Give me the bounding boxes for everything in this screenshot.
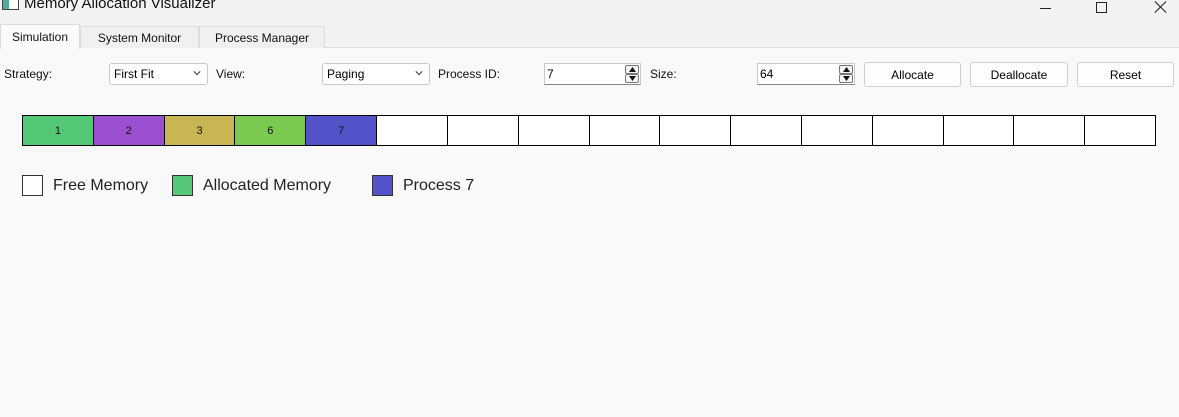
process-id-label: Process ID: — [438, 67, 501, 81]
chevron-down-icon — [193, 71, 201, 76]
legend-label: Process 7 — [403, 176, 475, 194]
memory-block — [447, 116, 519, 145]
arrow-down-icon — [842, 76, 850, 81]
process-id-spinbox[interactable]: 7 — [544, 63, 641, 85]
app-icon — [2, 0, 19, 10]
memory-block — [943, 116, 1015, 145]
memory-block — [518, 116, 590, 145]
memory-block: 3 — [164, 116, 236, 145]
allocate-button[interactable]: Allocate — [864, 62, 961, 87]
minimize-button[interactable] — [1025, 0, 1065, 16]
memory-block: 1 — [23, 116, 94, 145]
size-decrement-button[interactable] — [839, 74, 853, 83]
view-select-value: Paging — [327, 67, 365, 81]
tab-system-monitor[interactable]: System Monitor — [80, 26, 199, 48]
maximize-button[interactable] — [1081, 0, 1121, 16]
size-increment-button[interactable] — [839, 65, 853, 74]
arrow-down-icon — [628, 76, 636, 81]
memory-block — [731, 116, 802, 145]
legend-free-memory: Free Memory — [22, 175, 148, 196]
view-select[interactable]: Paging — [322, 63, 430, 85]
window-title: Memory Allocation Visualizer — [24, 0, 216, 12]
process-id-value: 7 — [547, 67, 554, 81]
process-id-decrement-button[interactable] — [625, 74, 639, 83]
size-label: Size: — [650, 67, 677, 81]
size-spinbox[interactable]: 64 — [757, 63, 855, 85]
memory-block — [1014, 116, 1086, 145]
chevron-down-icon — [415, 71, 423, 76]
strategy-select-value: First Fit — [114, 67, 154, 81]
memory-block — [660, 116, 732, 145]
legend-swatch — [372, 175, 393, 196]
memory-block — [589, 116, 661, 145]
deallocate-button[interactable]: Deallocate — [970, 62, 1068, 87]
memory-block — [801, 116, 873, 145]
legend-label: Allocated Memory — [203, 176, 332, 194]
legend-swatch — [172, 175, 193, 196]
title-bar: Memory Allocation Visualizer — [0, 0, 1179, 24]
close-icon — [1154, 0, 1167, 13]
minimize-icon — [1039, 7, 1051, 9]
memory-block: 6 — [235, 116, 307, 145]
tab-process-manager[interactable]: Process Manager — [199, 26, 325, 48]
close-button[interactable] — [1140, 0, 1179, 16]
strategy-select[interactable]: First Fit — [109, 63, 208, 85]
reset-button[interactable]: Reset — [1077, 62, 1174, 87]
process-id-increment-button[interactable] — [625, 65, 639, 74]
memory-bar: 12367 — [22, 115, 1156, 146]
view-label: View: — [216, 67, 246, 81]
size-value: 64 — [760, 67, 774, 81]
legend-swatch — [22, 175, 43, 196]
memory-block — [377, 116, 448, 145]
arrow-up-icon — [628, 67, 636, 72]
legend-allocated-memory: Allocated Memory — [172, 175, 331, 196]
arrow-up-icon — [842, 67, 850, 72]
memory-block — [872, 116, 944, 145]
legend-label: Free Memory — [53, 176, 149, 194]
strategy-label: Strategy: — [4, 67, 53, 81]
legend-process: Process 7 — [372, 175, 474, 196]
memory-block — [1085, 116, 1155, 145]
tab-simulation[interactable]: Simulation — [0, 24, 80, 49]
maximize-icon — [1095, 1, 1107, 13]
tab-bar: Simulation System Monitor Process Manage… — [0, 24, 1179, 49]
memory-block: 2 — [93, 116, 165, 145]
memory-block: 7 — [306, 116, 378, 145]
